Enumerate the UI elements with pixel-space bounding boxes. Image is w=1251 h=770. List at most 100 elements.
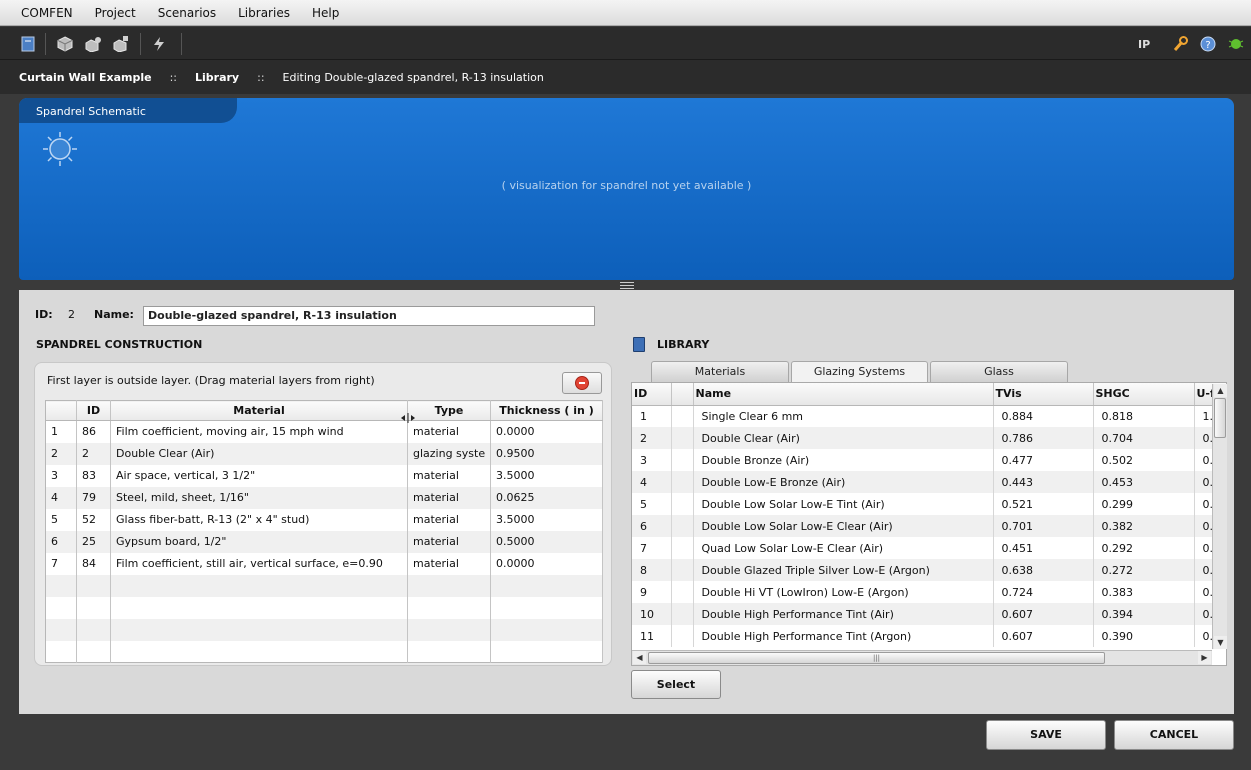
construction-row[interactable]: 2 2 Double Clear (Air) glazing syste 0.9500	[45, 442, 603, 465]
library-row[interactable]: 9 Double Hi VT (LowIron) Low-E (Argon) 0.7…	[632, 581, 1226, 603]
table-cell	[671, 493, 694, 515]
table-cell: 8	[632, 559, 672, 581]
cube-tools-icon[interactable]	[112, 35, 130, 53]
library-row[interactable]: 5 Double Low Solar Low-E Tint (Air) 0.521 0…	[632, 493, 1226, 515]
toolbar-separator	[140, 33, 141, 55]
breadcrumb-library[interactable]: Library	[195, 71, 239, 84]
table-cell: Double Glazed Triple Silver Low-E (Argon…	[693, 559, 994, 581]
table-cell: 0.638	[993, 559, 1094, 581]
tab-glass[interactable]: Glass	[930, 361, 1068, 382]
bug-icon[interactable]	[1227, 35, 1245, 53]
table-cell: 3	[45, 464, 77, 487]
tab-glazing-systems[interactable]: Glazing Systems	[791, 361, 928, 382]
column-header[interactable]: Type	[407, 400, 491, 421]
ip-units-toggle[interactable]: IP	[1138, 38, 1150, 51]
library-row[interactable]: 2Double Clear (Air)0.7860.7040.4	[632, 427, 1226, 449]
construction-hint: First layer is outside layer. (Drag mate…	[47, 374, 375, 387]
table-cell: 52	[76, 508, 111, 531]
book-icon[interactable]	[19, 35, 37, 53]
table-cell: material	[407, 508, 491, 531]
table-cell: 0.272	[1093, 559, 1195, 581]
library-row[interactable]: 6 Double Low Solar Low-E Clear (Air) 0.701…	[632, 515, 1226, 537]
table-cell: 0.502	[1093, 449, 1195, 471]
library-row[interactable]: 8 Double Glazed Triple Silver Low-E (Argo…	[632, 559, 1226, 581]
scroll-right-icon[interactable]: ▶	[1198, 651, 1211, 664]
table-cell: Quad Low Solar Low-E Clear (Air)	[693, 537, 994, 559]
save-button[interactable]: SAVE	[986, 720, 1106, 750]
construction-row[interactable]	[45, 640, 603, 663]
menu-help[interactable]: Help	[301, 6, 350, 20]
library-row[interactable]: 3Double Bronze (Air)0.4770.5020.4	[632, 449, 1226, 471]
construction-row[interactable]: 7 84 Film coefficient, still air, vertical…	[45, 552, 603, 575]
table-cell: 0.701	[993, 515, 1094, 537]
breadcrumb-project[interactable]: Curtain Wall Example	[19, 71, 152, 84]
lightning-icon[interactable]	[150, 35, 168, 53]
construction-row[interactable]	[45, 618, 603, 641]
construction-row[interactable]: 1 86 Film coefficient, moving air, 15 mph …	[45, 420, 603, 443]
table-cell: 3	[632, 449, 672, 471]
table-cell: Double High Performance Tint (Air)	[693, 603, 994, 625]
table-cell: 0.0000	[490, 552, 603, 575]
menu-libraries[interactable]: Libraries	[227, 6, 301, 20]
tab-materials[interactable]: Materials	[651, 361, 789, 382]
library-vertical-scrollbar[interactable]: ▲ ▼	[1212, 384, 1227, 649]
table-cell: 4	[632, 471, 672, 493]
table-cell: material	[407, 486, 491, 509]
menu-project[interactable]: Project	[84, 6, 147, 20]
column-header[interactable]	[671, 383, 694, 406]
table-cell	[671, 427, 694, 449]
vertical-scroll-thumb[interactable]	[1214, 398, 1226, 438]
column-header[interactable]: TVis	[993, 383, 1094, 406]
column-header[interactable]: Name	[693, 383, 994, 406]
scroll-up-icon[interactable]: ▲	[1214, 384, 1227, 397]
wrench-icon[interactable]	[1171, 35, 1189, 53]
library-row[interactable]: 10 Double High Performance Tint (Air) 0.60…	[632, 603, 1226, 625]
table-cell: 4	[45, 486, 77, 509]
table-cell: 86	[76, 420, 111, 443]
construction-row[interactable]: 5 52 Glass fiber-batt, R-13 (2" x 4" stud)…	[45, 508, 603, 531]
schematic-message: ( visualization for spandrel not yet ava…	[501, 179, 752, 192]
library-row[interactable]: 4Double Low-E Bronze (Air)0.4430.4530.3	[632, 471, 1226, 493]
table-cell	[45, 640, 77, 663]
library-row[interactable]: 1Single Clear 6 mm0.8840.8181.0	[632, 405, 1226, 427]
table-cell	[110, 574, 408, 597]
help-icon[interactable]: ?	[1199, 35, 1217, 53]
name-field[interactable]: Double-glazed spandrel, R-13 insulation	[143, 306, 595, 326]
table-cell: material	[407, 552, 491, 575]
cube-icon[interactable]	[56, 35, 74, 53]
column-header[interactable]: ID	[76, 400, 111, 421]
scroll-left-icon[interactable]: ◀	[633, 651, 646, 664]
panel-resize-handle[interactable]	[620, 282, 634, 289]
breadcrumb-separator: ::	[169, 70, 177, 84]
construction-row[interactable]	[45, 574, 603, 597]
table-cell	[110, 640, 408, 663]
construction-row[interactable]: 3 83 Air space, vertical, 3 1/2" material 3.…	[45, 464, 603, 487]
column-header[interactable]: ID	[632, 383, 672, 406]
column-header[interactable]: Material	[110, 400, 408, 421]
table-cell: 83	[76, 464, 111, 487]
table-cell: 0.292	[1093, 537, 1195, 559]
column-header[interactable]	[45, 400, 77, 421]
remove-icon	[575, 376, 589, 390]
menu-comfen[interactable]: COMFEN	[10, 6, 84, 20]
column-header[interactable]: SHGC	[1093, 383, 1195, 406]
construction-row[interactable]	[45, 596, 603, 619]
library-row[interactable]: 11 Double High Performance Tint (Argon) 0.…	[632, 625, 1226, 647]
library-row[interactable]: 7 Quad Low Solar Low-E Clear (Air) 0.451 0.…	[632, 537, 1226, 559]
menu-scenarios[interactable]: Scenarios	[147, 6, 227, 20]
table-cell: Glass fiber-batt, R-13 (2" x 4" stud)	[110, 508, 408, 531]
construction-row[interactable]: 4 79 Steel, mild, sheet, 1/16" material 0.06…	[45, 486, 603, 509]
scroll-down-icon[interactable]: ▼	[1214, 636, 1227, 649]
delete-layer-button[interactable]	[562, 372, 602, 394]
cancel-button[interactable]: CANCEL	[1114, 720, 1234, 750]
table-cell: 7	[632, 537, 672, 559]
construction-row[interactable]: 6 25 Gypsum board, 1/2" material 0.5000	[45, 530, 603, 553]
table-cell: 0.0000	[490, 420, 603, 443]
table-cell: 0.9500	[490, 442, 603, 465]
column-header[interactable]: Thickness ( in )	[490, 400, 603, 421]
table-cell: Double Clear (Air)	[693, 427, 994, 449]
select-button[interactable]: Select	[631, 670, 721, 699]
library-horizontal-scrollbar[interactable]: ◀ ||| ▶	[632, 650, 1212, 665]
cube-add-icon[interactable]	[84, 35, 102, 53]
horizontal-scroll-thumb[interactable]: |||	[648, 652, 1105, 664]
